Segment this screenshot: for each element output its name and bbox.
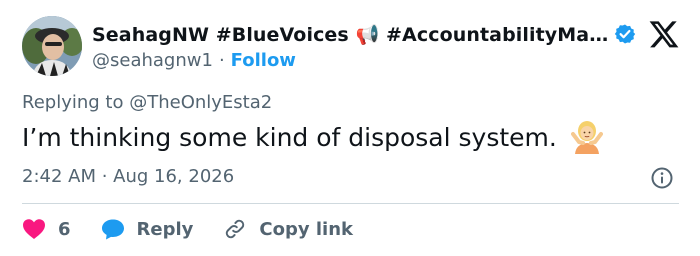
verified-badge-icon: [614, 23, 636, 45]
like-count: 6: [58, 218, 71, 240]
reply-bubble-icon: [101, 219, 124, 240]
copy-link-button[interactable]: Copy link: [223, 217, 353, 241]
tweet-text: I’m thinking some kind of disposal syste…: [22, 122, 557, 152]
reply-prefix: Replying to: [22, 92, 124, 113]
reply-button[interactable]: Reply: [101, 218, 194, 240]
heart-icon: [23, 219, 45, 239]
info-icon[interactable]: [650, 166, 674, 190]
reply-mention-link[interactable]: @TheOnlyEsta2: [129, 92, 272, 113]
tweet-timestamp[interactable]: 2:42 AM · Aug 16, 2026: [22, 166, 234, 187]
replying-to-line: Replying to @TheOnlyEsta2: [22, 92, 272, 113]
like-button[interactable]: 6: [22, 218, 71, 240]
divider: [22, 203, 679, 204]
profile-photo-icon: [22, 16, 82, 76]
person-shrugging-emoji-icon: [570, 120, 603, 154]
author-handle[interactable]: @seahagnw1: [92, 50, 213, 71]
author-display-name[interactable]: SeahagNW #BlueVoices 📢 #AccountabilityMa…: [92, 23, 608, 46]
link-icon: [226, 219, 245, 239]
reply-label: Reply: [136, 218, 194, 240]
avatar[interactable]: [22, 16, 82, 76]
copy-link-label: Copy link: [259, 218, 353, 240]
tweet-text-row: I’m thinking some kind of disposal syste…: [22, 120, 603, 154]
tweet-actions: 6 Reply Copy link: [22, 214, 353, 244]
x-logo-icon[interactable]: [648, 18, 680, 50]
follow-button[interactable]: Follow: [231, 50, 296, 71]
separator-dot: ·: [218, 49, 225, 71]
